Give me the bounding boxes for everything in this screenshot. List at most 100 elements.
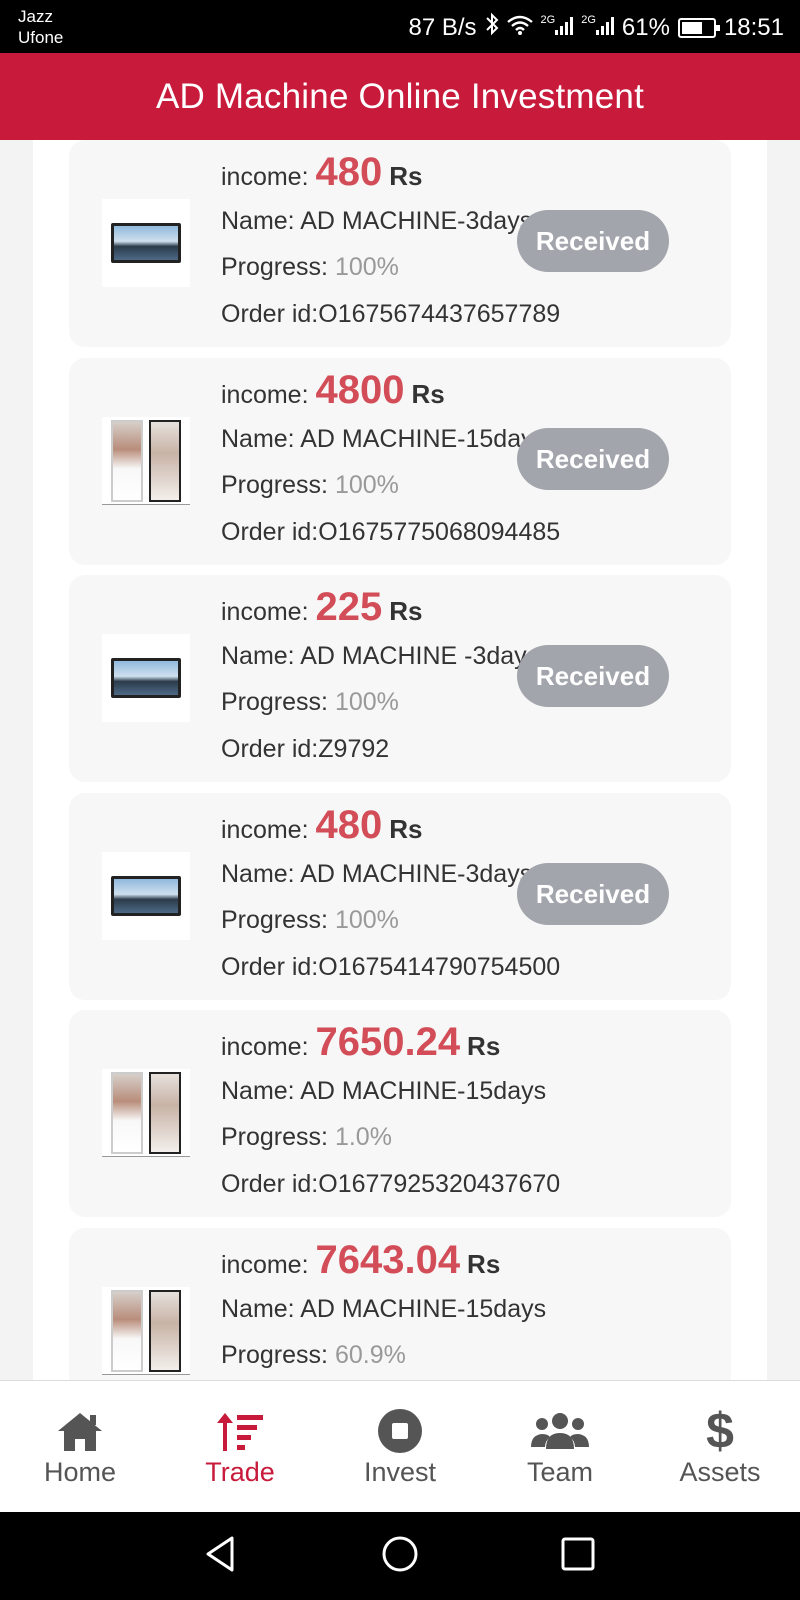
income-value: 480 <box>315 803 383 847</box>
income-label: income: <box>221 381 309 409</box>
network-type-1: 2G <box>540 13 556 26</box>
app-header: AD Machine Online Investment <box>0 53 800 140</box>
nav-team-label: Team <box>526 1457 594 1487</box>
order-id-label: Order id: <box>221 735 319 763</box>
progress-label: Progress: <box>221 1123 328 1151</box>
home-icon <box>54 1405 106 1457</box>
name-row: Name: AD MACHINE-3days <box>221 207 532 236</box>
nav-trade[interactable]: Trade <box>160 1381 320 1512</box>
network-type-2: 2G <box>581 13 596 26</box>
progress-row: Progress: 100% <box>221 688 399 717</box>
nav-assets[interactable]: $ Assets <box>640 1381 800 1512</box>
progress-row: Progress: 100% <box>221 253 399 282</box>
battery-percent: 61% <box>621 13 670 41</box>
order-id-row: Order id:O1675674437657789 <box>221 300 560 329</box>
name-label: Name: <box>221 642 295 670</box>
back-icon[interactable] <box>202 1534 242 1579</box>
name-label: Name: <box>221 1295 295 1323</box>
order-card[interactable]: income: 4800 Rs Name: AD MACHINE-15days … <box>69 358 731 565</box>
nav-home[interactable]: Home <box>0 1381 160 1512</box>
order-id-value: O1675775068094485 <box>318 518 561 546</box>
progress-value: 1.0% <box>334 1123 392 1151</box>
wifi-icon <box>506 14 533 42</box>
status-indicators: 87 B/s 2G 2G 61% 18:51 <box>408 12 784 43</box>
income-value: 480 <box>315 150 383 194</box>
product-image <box>102 417 190 505</box>
product-name: AD MACHINE-15days <box>300 1077 547 1105</box>
received-button[interactable]: Received <box>517 428 669 490</box>
progress-value: 100% <box>334 688 399 716</box>
order-card[interactable]: income: 225 Rs Name: AD MACHINE -3days P… <box>69 575 731 782</box>
stop-circle-icon <box>377 1405 423 1457</box>
product-image <box>102 1287 190 1375</box>
product-image <box>102 1069 190 1157</box>
bluetooth-icon <box>485 12 499 43</box>
order-id-label: Order id: <box>221 300 319 328</box>
tv-screen-image <box>111 223 181 263</box>
product-name: AD MACHINE-15days <box>300 1295 547 1323</box>
name-row: Name: AD MACHINE -3days <box>221 642 539 671</box>
order-id-label: Order id: <box>221 1170 319 1198</box>
product-image <box>102 852 190 940</box>
name-label: Name: <box>221 207 295 235</box>
home-circle-icon[interactable] <box>380 1534 420 1579</box>
received-button[interactable]: Received <box>517 863 669 925</box>
order-card[interactable]: income: 7650.24 Rs Name: AD MACHINE-15da… <box>69 1010 731 1217</box>
order-id-value: O1677925320437670 <box>318 1170 561 1198</box>
income-value: 7650.24 <box>315 1020 461 1064</box>
product-name: AD MACHINE-3days <box>300 860 533 888</box>
income-label: income: <box>221 598 309 626</box>
name-row: Name: AD MACHINE-15days <box>221 1077 546 1106</box>
kiosk-display-image <box>102 1069 190 1157</box>
carrier-1: Jazz <box>18 7 53 26</box>
received-button[interactable]: Received <box>517 210 669 272</box>
progress-label: Progress: <box>221 253 328 281</box>
income-value: 7643.04 <box>315 1238 461 1282</box>
nav-team[interactable]: Team <box>480 1381 640 1512</box>
nav-invest[interactable]: Invest <box>320 1381 480 1512</box>
income-row: income: 480 Rs <box>221 150 422 195</box>
signal-2-icon: 2G <box>581 14 614 42</box>
income-row: income: 225 Rs <box>221 585 422 630</box>
currency-label: Rs <box>389 596 423 626</box>
order-card[interactable]: income: 480 Rs Name: AD MACHINE-3days Pr… <box>69 793 731 1000</box>
received-button[interactable]: Received <box>517 645 669 707</box>
income-value: 225 <box>315 585 383 629</box>
income-label: income: <box>221 1251 309 1279</box>
order-id-row: Order id:O1677925320437670 <box>221 1170 560 1199</box>
income-row: income: 480 Rs <box>221 803 422 848</box>
income-row: income: 7643.04 Rs <box>221 1238 500 1283</box>
order-id-value: O1675414790754500 <box>318 953 561 981</box>
progress-value: 100% <box>334 253 399 281</box>
income-value: 4800 <box>315 368 405 412</box>
product-name: AD MACHINE-15days <box>300 425 547 453</box>
page-title: AD Machine Online Investment <box>155 76 645 116</box>
name-row: Name: AD MACHINE-15days <box>221 1295 546 1324</box>
progress-row: Progress: 1.0% <box>221 1123 392 1152</box>
kiosk-display-image <box>102 417 190 505</box>
product-name: AD MACHINE -3days <box>300 642 540 670</box>
progress-label: Progress: <box>221 1341 328 1369</box>
product-image <box>102 634 190 722</box>
order-list[interactable]: income: 480 Rs Name: AD MACHINE-3days Pr… <box>33 140 767 1380</box>
nav-trade-label: Trade <box>205 1457 275 1487</box>
order-card[interactable]: income: 480 Rs Name: AD MACHINE-3days Pr… <box>69 140 731 347</box>
name-row: Name: AD MACHINE-15days <box>221 425 546 454</box>
order-id-value: O1675674437657789 <box>318 300 561 328</box>
currency-label: Rs <box>389 161 423 191</box>
progress-row: Progress: 100% <box>221 906 399 935</box>
signal-1-icon: 2G <box>541 14 574 42</box>
progress-row: Progress: 60.9% <box>221 1341 406 1370</box>
recents-icon[interactable] <box>558 1534 598 1579</box>
progress-row: Progress: 100% <box>221 471 399 500</box>
nav-assets-label: Assets <box>679 1457 761 1487</box>
kiosk-display-image <box>102 1287 190 1375</box>
currency-label: Rs <box>467 1249 501 1279</box>
order-id-row: Order id:Z9792 <box>221 735 389 764</box>
currency-label: Rs <box>389 814 423 844</box>
progress-label: Progress: <box>221 688 328 716</box>
users-icon <box>530 1405 590 1457</box>
nav-home-label: Home <box>43 1457 117 1487</box>
order-card[interactable]: income: 7643.04 Rs Name: AD MACHINE-15da… <box>69 1228 731 1380</box>
order-id-row: Order id:O1675775068094485 <box>221 518 560 547</box>
